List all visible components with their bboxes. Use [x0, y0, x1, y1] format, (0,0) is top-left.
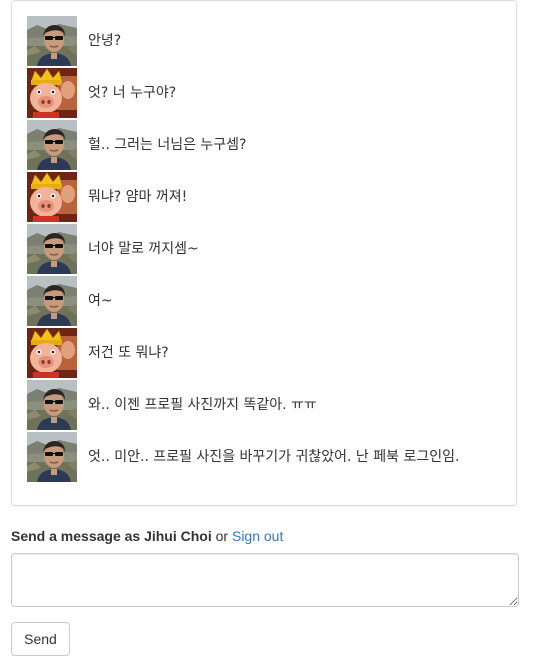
message-input[interactable] [11, 553, 519, 607]
man-with-sunglasses-avatar [27, 224, 77, 274]
message-text: 엇.. 미안.. 프로필 사진을 바꾸기가 귀찮았어. 난 페북 로그인임. [88, 449, 460, 465]
chat-message: 너야 말로 꺼지셈~ [27, 224, 507, 274]
chat-message: 안녕? [27, 16, 507, 66]
message-text: 저건 또 뭐냐? [88, 345, 169, 361]
chat-message: 여~ [27, 276, 507, 326]
man-with-sunglasses-avatar [27, 120, 77, 170]
message-text: 헐.. 그러는 너님은 누구셈? [88, 137, 247, 153]
man-with-sunglasses-avatar [27, 380, 77, 430]
sign-out-link[interactable]: Sign out [232, 528, 283, 544]
pig-king-avatar [27, 328, 77, 378]
send-button[interactable]: Send [11, 622, 70, 656]
message-text: 여~ [88, 293, 113, 309]
chat-message: 저건 또 뭐냐? [27, 328, 507, 378]
chat-message: 헐.. 그러는 너님은 누구셈? [27, 120, 507, 170]
pig-king-avatar [27, 172, 77, 222]
message-text: 안녕? [88, 33, 122, 49]
or-text: or [215, 528, 229, 544]
message-text: 너야 말로 꺼지셈~ [88, 241, 199, 257]
message-text: 뭐냐? 얌마 꺼져! [88, 189, 188, 205]
message-text: 와.. 이젠 프로필 사진까지 똑같아. ㅠㅠ [88, 397, 317, 413]
chat-message: 뭐냐? 얌마 꺼져! [27, 172, 507, 222]
message-text: 엇? 너 누구야? [88, 85, 177, 101]
man-with-sunglasses-avatar [27, 276, 77, 326]
compose-label: Send a message as Jihui Choi or Sign out [11, 526, 283, 546]
compose-label-prefix: Send a message as [11, 528, 141, 544]
chat-message: 엇.. 미안.. 프로필 사진을 바꾸기가 귀찮았어. 난 페북 로그인임. [27, 432, 507, 482]
current-user-name: Jihui Choi [144, 528, 212, 544]
man-with-sunglasses-avatar [27, 432, 77, 482]
chat-message: 와.. 이젠 프로필 사진까지 똑같아. ㅠㅠ [27, 380, 507, 430]
chat-messages-panel: 안녕? 엇? 너 누구야? 헐.. 그러는 너님은 누구셈? 뭐냐? 얌마 꺼져… [11, 0, 517, 506]
pig-king-avatar [27, 68, 77, 118]
man-with-sunglasses-avatar [27, 16, 77, 66]
chat-message: 엇? 너 누구야? [27, 68, 507, 118]
